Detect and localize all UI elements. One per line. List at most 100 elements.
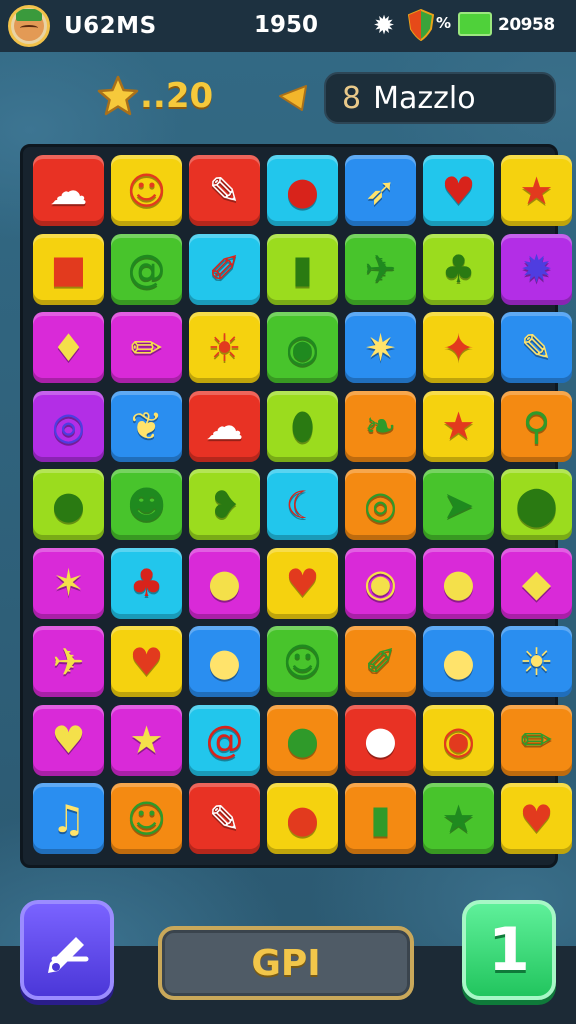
tile[interactable]: ♥	[33, 704, 104, 776]
tile[interactable]: ★	[501, 155, 572, 226]
tile[interactable]: ☺	[267, 626, 338, 697]
tile[interactable]: ☁	[33, 155, 104, 226]
cloud-icon: ☁	[49, 168, 88, 213]
tile[interactable]: ☀	[189, 312, 260, 383]
tile[interactable]: ✈	[345, 233, 416, 305]
tile[interactable]: ✈	[33, 626, 104, 697]
leaf-icon: ❧	[364, 404, 397, 448]
tile[interactable]: ★	[111, 704, 182, 776]
tile[interactable]: ●	[267, 704, 338, 776]
star-icon	[97, 75, 139, 116]
sun-icon: ☀	[519, 639, 554, 684]
tile[interactable]: ✐	[345, 626, 416, 697]
grapes-icon: ♣	[129, 561, 164, 605]
tile[interactable]: ◉	[345, 547, 416, 619]
tile[interactable]: ✎	[189, 783, 260, 854]
tile[interactable]: ✷	[345, 312, 416, 383]
tile[interactable]: ♫	[33, 783, 104, 854]
tile[interactable]: ✐	[189, 233, 260, 305]
cherry-icon: ●	[207, 639, 242, 684]
counter-button[interactable]: 1	[462, 900, 556, 1000]
tile[interactable]: ★	[423, 783, 494, 854]
seed-icon: ⬮	[290, 404, 315, 448]
tile[interactable]: ❥	[189, 469, 260, 540]
cloud-icon: ☁	[205, 404, 244, 448]
tile[interactable]: ◎	[33, 390, 104, 462]
tile[interactable]: ☾	[267, 469, 338, 540]
tile[interactable]: ❦	[111, 390, 182, 462]
wand-icon: ⚲	[522, 404, 551, 448]
balloon-icon: ●	[441, 639, 476, 684]
mode-pill[interactable]: 8 Mazzlo	[324, 72, 556, 124]
tile[interactable]: ✎	[501, 312, 572, 383]
tile[interactable]: ◆	[501, 547, 572, 619]
tile[interactable]: ★	[423, 390, 494, 462]
tile[interactable]: ☺	[111, 155, 182, 226]
tile[interactable]: ☁	[189, 390, 260, 462]
tile[interactable]: ♥	[111, 626, 182, 697]
box-icon: ■	[50, 247, 87, 291]
edit-button[interactable]	[20, 900, 114, 1000]
tile[interactable]: ♣	[111, 547, 182, 619]
tile[interactable]: ●	[189, 626, 260, 697]
tile[interactable]: ✦	[423, 312, 494, 383]
ring-icon: ◎	[363, 482, 398, 527]
spiky-ball-icon: ✷	[364, 325, 397, 370]
tile[interactable]: ▮	[345, 783, 416, 854]
player-name: U62MS	[64, 13, 157, 39]
tile[interactable]: ⚲	[501, 390, 572, 462]
tile[interactable]: ☀	[501, 626, 572, 697]
feather-icon: ➶	[364, 168, 397, 213]
tile[interactable]: ✹	[501, 233, 572, 305]
tile[interactable]: ■	[33, 233, 104, 305]
spiral-icon: ◎	[51, 404, 86, 448]
tile[interactable]: @	[111, 233, 182, 305]
tile[interactable]: ♥	[267, 547, 338, 619]
star-pin-icon: ★	[441, 404, 476, 448]
pin-icon: ⬤	[515, 482, 558, 527]
marker-icon: ✏	[520, 718, 553, 762]
tile[interactable]: ♥	[501, 783, 572, 854]
swirl-icon: @	[205, 718, 244, 762]
tile[interactable]: ●	[33, 469, 104, 540]
tile[interactable]: ⬮	[267, 390, 338, 462]
tile[interactable]: ✏	[111, 312, 182, 383]
rocket-icon: ✐	[364, 639, 397, 684]
tile[interactable]: ✏	[501, 704, 572, 776]
tile[interactable]: ♦	[33, 312, 104, 383]
tile[interactable]: ◉	[267, 312, 338, 383]
tile[interactable]: ●	[267, 783, 338, 854]
strawberry-icon: ♥	[285, 561, 320, 605]
tile[interactable]: @	[189, 704, 260, 776]
mode-label: Mazzlo	[373, 80, 476, 116]
horn-icon[interactable]	[278, 84, 312, 112]
tile[interactable]: ●	[345, 704, 416, 776]
apple-icon: ♥	[441, 168, 476, 213]
gear-icon: ✹	[520, 247, 553, 291]
tile[interactable]: ⬤	[501, 469, 572, 540]
smiley-icon: ☺	[126, 168, 167, 213]
main-action-button[interactable]: GPI	[158, 926, 414, 1000]
tile[interactable]: ◉	[423, 704, 494, 776]
tile[interactable]: ✎	[189, 155, 260, 226]
tile[interactable]: ◎	[345, 469, 416, 540]
tile[interactable]: ➤	[423, 469, 494, 540]
brush-icon: ✐	[208, 247, 241, 291]
settings-gear-icon[interactable]: ✹	[369, 11, 399, 41]
tile[interactable]: ▮	[267, 233, 338, 305]
tile[interactable]: ●	[189, 547, 260, 619]
balloon-icon: ●	[441, 561, 476, 605]
tile[interactable]: ♣	[423, 233, 494, 305]
tile[interactable]: ✶	[33, 547, 104, 619]
peanut-icon: ●	[51, 482, 86, 527]
player-avatar[interactable]	[8, 5, 50, 47]
tile[interactable]: ❧	[345, 390, 416, 462]
tile[interactable]: ➶	[345, 155, 416, 226]
tile[interactable]: ●	[267, 155, 338, 226]
tile[interactable]: ●	[423, 626, 494, 697]
rocket-icon: ✈	[52, 639, 85, 684]
tile[interactable]: ●	[423, 547, 494, 619]
tile[interactable]: ☻	[111, 469, 182, 540]
tile[interactable]: ♥	[423, 155, 494, 226]
tile[interactable]: ☺	[111, 783, 182, 854]
